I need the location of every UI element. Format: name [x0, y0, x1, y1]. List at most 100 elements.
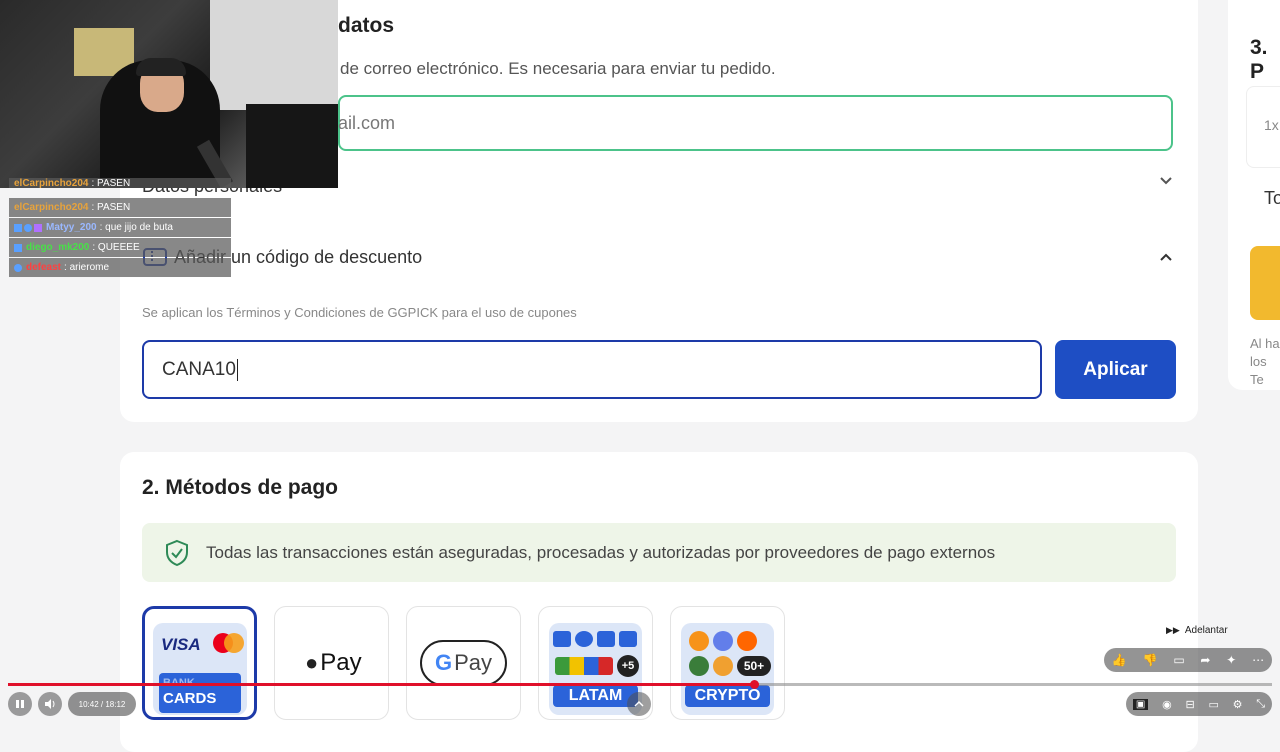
chat-user: elCarpincho204	[14, 202, 89, 213]
latam-icons-row	[553, 631, 637, 647]
contact-section-title: datos	[338, 14, 395, 37]
google-g-icon: G	[434, 650, 453, 675]
chevron-up-icon[interactable]	[627, 692, 651, 716]
chat-message: : PASEN	[91, 202, 131, 213]
chat-badge-icon	[34, 223, 42, 232]
shield-check-icon	[164, 539, 190, 567]
summary-title: 3. P	[1250, 36, 1268, 83]
shiba-icon	[713, 656, 733, 676]
webcam-cap	[136, 58, 186, 76]
forward-tooltip[interactable]: ▶▶ Adelantar	[1166, 620, 1236, 640]
engagement-bar: 👍 👎 ▭ ➦ ✦ ⋯	[1104, 648, 1272, 672]
time-text: 10:42 / 18:12	[78, 699, 126, 709]
fast-forward-icon: ▶▶	[1166, 624, 1180, 635]
crypto-label: CRYPTO	[685, 685, 770, 707]
subtitles-icon[interactable]: ⊟	[1185, 698, 1194, 711]
payment-method-google-pay[interactable]: G Pay	[406, 606, 521, 720]
chat-message: : QUEEEE	[92, 242, 140, 253]
summary-note: Al ha los Te	[1250, 335, 1280, 389]
chat-badge-icon	[14, 223, 22, 232]
progress-thumb[interactable]	[750, 680, 759, 689]
discount-code-input[interactable]: CANA10	[142, 340, 1042, 399]
payment-method-crypto[interactable]: 50+ CRYPTO	[670, 606, 785, 720]
text-caret	[236, 358, 238, 381]
google-pay-logo: G Pay	[420, 640, 507, 686]
crypto-tile: 50+ CRYPTO	[681, 623, 774, 715]
chat-badge-icon	[14, 263, 22, 272]
chat-toggle-icon[interactable]: ▣	[1132, 698, 1149, 710]
visa-logo: VISA	[161, 635, 201, 654]
chat-user: diego_mk200	[26, 242, 90, 253]
like-icon[interactable]: 👍	[1112, 653, 1127, 667]
chat-user: elCarpincho204	[14, 178, 89, 188]
discount-chevron-up-icon[interactable]	[1159, 250, 1173, 269]
crypto-icons-row	[689, 631, 757, 651]
webcam-window	[210, 0, 338, 110]
chat-line-1: elCarpincho204: PASEN	[9, 178, 231, 188]
bitcoin-icon	[689, 631, 709, 651]
bank-cards-banner: BANK CARDS	[159, 673, 241, 713]
progress-fill	[8, 683, 754, 686]
google-pay-label: Pay	[454, 650, 493, 675]
coin-icon	[689, 656, 709, 676]
time-display: 10:42 / 18:12	[68, 692, 136, 716]
monero-icon	[737, 631, 757, 651]
sparkle-icon[interactable]: ✦	[1226, 653, 1236, 667]
email-input[interactable]	[338, 95, 1173, 151]
settings-gear-icon[interactable]: ⚙	[1233, 698, 1243, 711]
apple-icon: ●	[305, 650, 319, 675]
chat-line-3: Matyy_200: que jijo de buta	[9, 218, 231, 237]
chat-line-5: defeast: arierome	[9, 258, 231, 277]
summary-qty: 1x	[1264, 117, 1279, 133]
payment-section-title: 2. Métodos de pago	[142, 476, 339, 499]
crypto-badge: 50+	[737, 656, 771, 676]
latam-badge: +5	[617, 655, 639, 677]
chat-badge-icon	[24, 223, 32, 232]
chat-line-2: elCarpincho204: PASEN	[9, 198, 231, 217]
chat-message: : arierome	[64, 262, 110, 273]
apply-discount-button[interactable]: Aplicar	[1055, 340, 1176, 399]
crypto-icons-row-2	[689, 656, 733, 676]
chat-badge-icon	[14, 243, 22, 252]
chat-message: : que jijo de buta	[99, 222, 173, 233]
hd-icon[interactable]: ▭	[1208, 698, 1218, 711]
latam-label: LATAM	[553, 685, 638, 707]
forward-label: Adelantar	[1184, 624, 1228, 636]
secure-note-text: Todas las transacciones están aseguradas…	[206, 542, 996, 562]
apple-pay-logo: ● Pay	[305, 649, 362, 677]
player-settings-bar: ▣ ◉ ⊟ ▭ ⚙ ⤡	[1126, 692, 1272, 716]
pause-button[interactable]	[8, 692, 32, 716]
cards-label: CARDS	[163, 690, 217, 707]
summary-note-line1: Al ha	[1250, 336, 1280, 351]
more-icon[interactable]: ⋯	[1252, 653, 1264, 667]
summary-total-label: To	[1264, 188, 1280, 208]
bank-label: BANK	[163, 673, 241, 691]
ethereum-icon	[713, 631, 733, 651]
payment-method-bank-cards[interactable]: VISA BANK CARDS	[142, 606, 257, 720]
summary-note-line2: los Te	[1250, 354, 1267, 387]
chat-message: : PASEN	[91, 178, 131, 188]
webcam-overlay	[0, 0, 338, 188]
bank-cards-tile: VISA BANK CARDS	[153, 623, 247, 715]
discount-code-value: CANA10	[162, 358, 236, 380]
chat-user: defeast	[26, 262, 62, 273]
payment-method-apple-pay[interactable]: ● Pay	[274, 606, 389, 720]
autoplay-toggle-icon[interactable]: ◉	[1162, 698, 1172, 711]
volume-button[interactable]	[38, 692, 62, 716]
apple-pay-label: Pay	[320, 649, 362, 676]
minimize-icon[interactable]: ⤡	[1256, 698, 1265, 711]
summary-pay-button[interactable]	[1250, 246, 1280, 320]
email-description: de correo electrónico. Es necesaria para…	[340, 59, 776, 78]
chat-line-4: diego_mk200: QUEEEE	[9, 238, 231, 257]
webcam-monitor	[246, 104, 338, 188]
comment-icon[interactable]: ▭	[1173, 653, 1184, 667]
chat-user: Matyy_200	[46, 222, 97, 233]
secure-note-box: Todas las transacciones están aseguradas…	[142, 523, 1176, 582]
email-input-value: ail.com	[338, 113, 396, 133]
personal-data-chevron-down-icon[interactable]	[1159, 174, 1173, 191]
dislike-icon[interactable]: 👎	[1143, 653, 1158, 667]
latam-flags	[555, 657, 613, 675]
share-icon[interactable]: ➦	[1200, 653, 1210, 667]
coupon-terms-text: Se aplican los Términos y Condiciones de…	[142, 305, 577, 320]
mastercard-icon	[213, 633, 244, 653]
